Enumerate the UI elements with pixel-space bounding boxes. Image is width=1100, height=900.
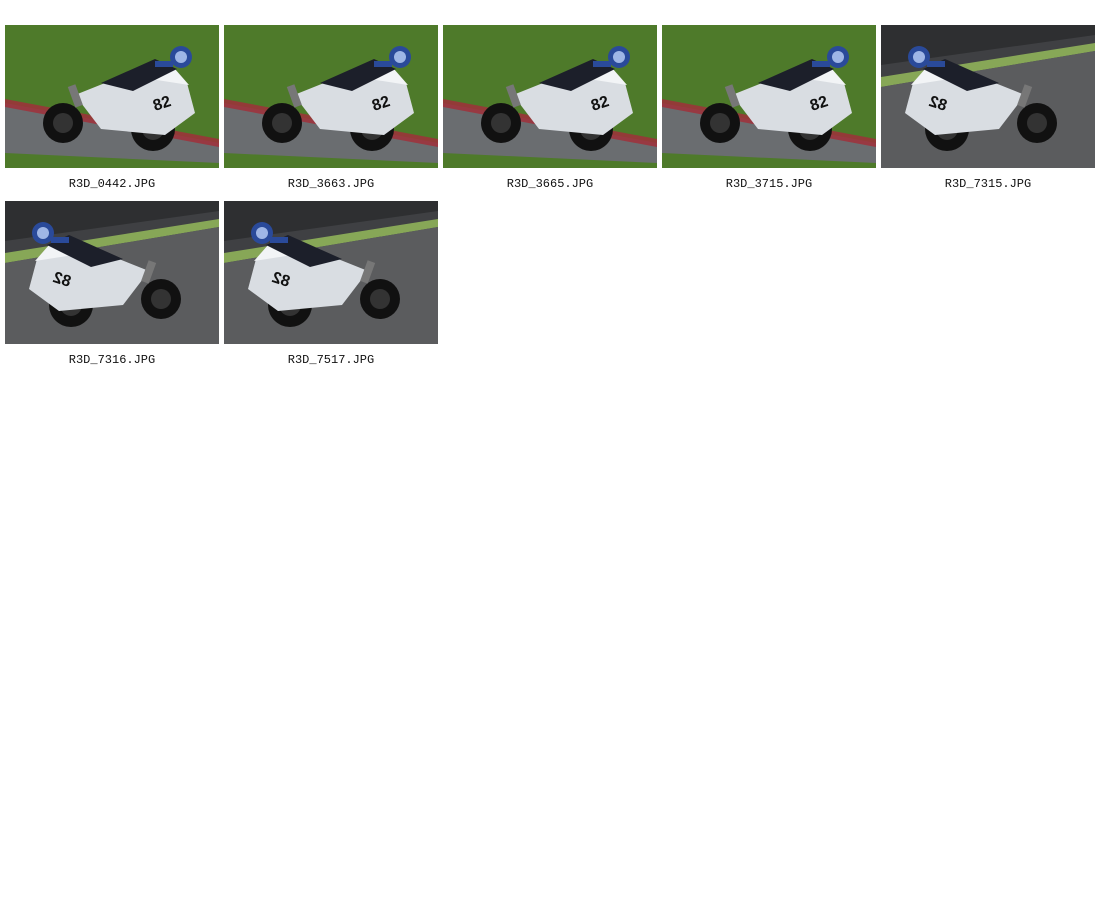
thumbnail-item[interactable]: 82 R3D_7316.JPG (5, 201, 219, 368)
photo-thumbnail[interactable]: 82 (5, 201, 219, 344)
photo-thumbnail[interactable]: 82 (224, 25, 438, 168)
photo-thumbnail[interactable]: 82 (5, 25, 219, 168)
thumbnail-filename[interactable]: R3D_0442.JPG (69, 176, 155, 192)
thumbnail-item[interactable]: 82 R3D_3715.JPG (662, 25, 876, 192)
thumbnail-gallery: 82 R3D_0442.JPG 82 R3D_3663.JPG 82 R3D_3… (5, 25, 1097, 368)
thumbnail-item[interactable]: 82 R3D_3663.JPG (224, 25, 438, 192)
thumbnail-item[interactable]: 82 R3D_3665.JPG (443, 25, 657, 192)
photo-thumbnail[interactable]: 82 (662, 25, 876, 168)
thumbnail-item[interactable]: 82 R3D_7517.JPG (224, 201, 438, 368)
thumbnail-filename[interactable]: R3D_3715.JPG (726, 176, 812, 192)
thumbnail-filename[interactable]: R3D_7517.JPG (288, 352, 374, 368)
thumbnail-filename[interactable]: R3D_3665.JPG (507, 176, 593, 192)
thumbnail-filename[interactable]: R3D_7315.JPG (945, 176, 1031, 192)
thumbnail-filename[interactable]: R3D_3663.JPG (288, 176, 374, 192)
photo-thumbnail[interactable]: 82 (881, 25, 1095, 168)
thumbnail-filename[interactable]: R3D_7316.JPG (69, 352, 155, 368)
photo-thumbnail[interactable]: 82 (224, 201, 438, 344)
thumbnail-item[interactable]: 82 R3D_0442.JPG (5, 25, 219, 192)
thumbnail-item[interactable]: 82 R3D_7315.JPG (881, 25, 1095, 192)
photo-thumbnail[interactable]: 82 (443, 25, 657, 168)
